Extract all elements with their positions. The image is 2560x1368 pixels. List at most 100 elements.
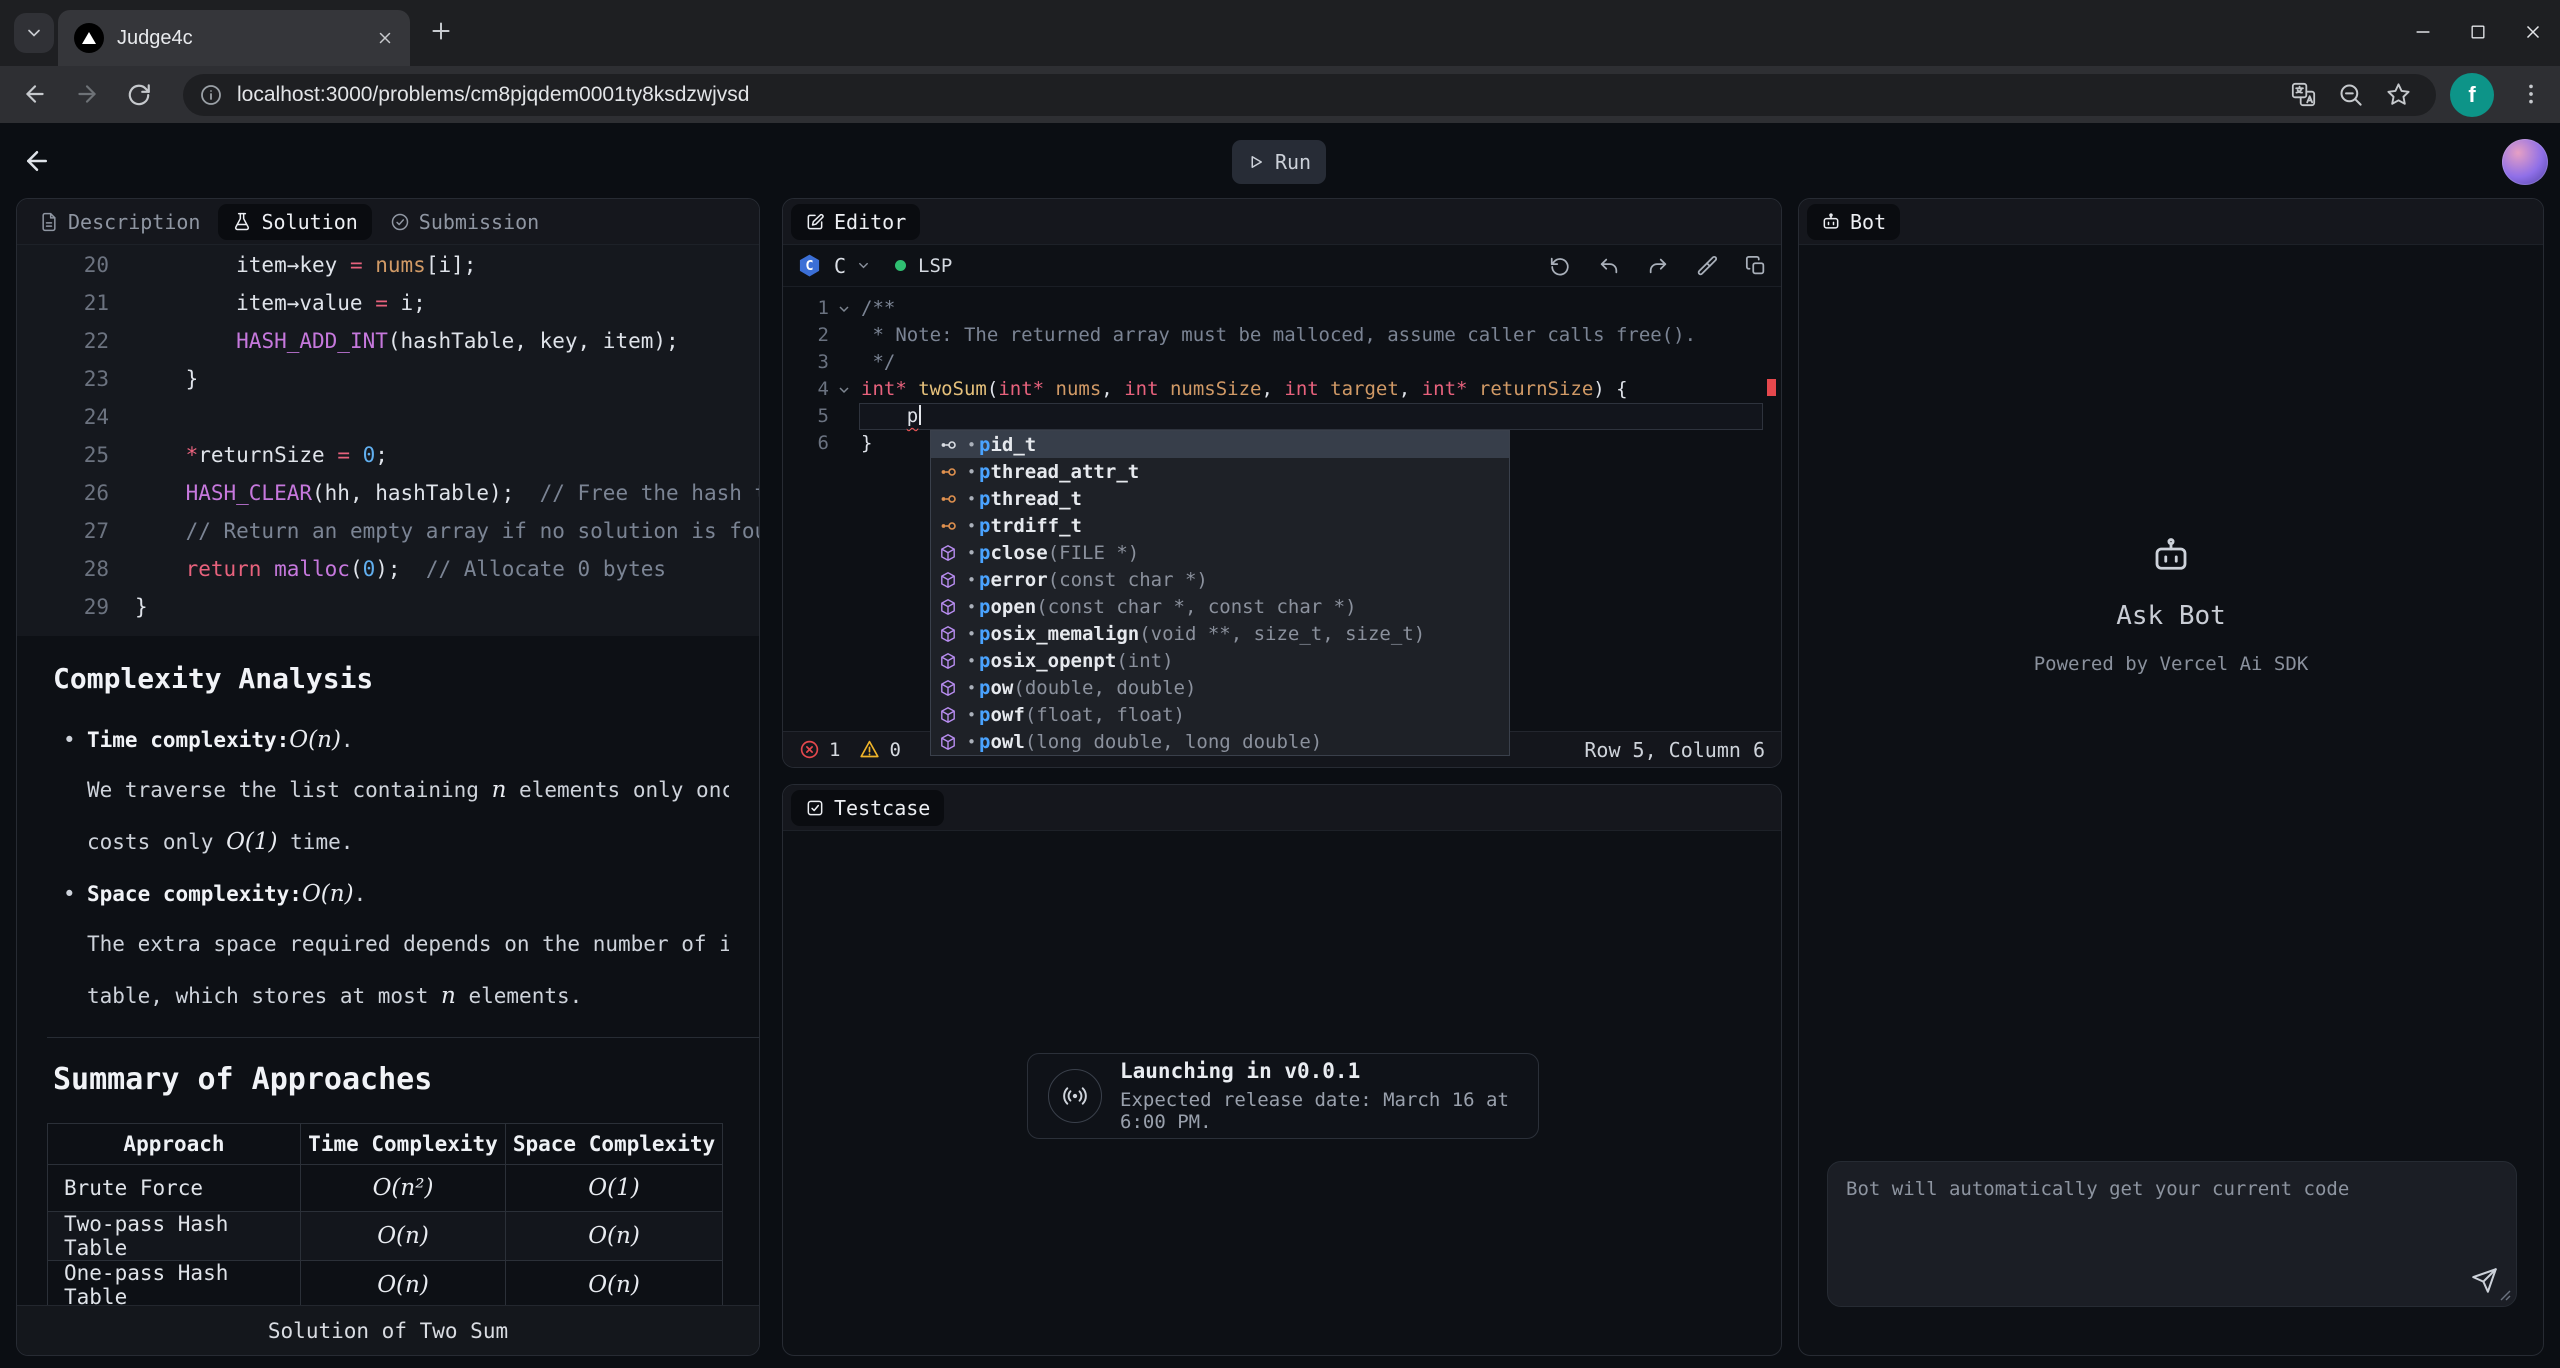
site-info-icon[interactable] [199,83,223,107]
radio-icon [1048,1069,1102,1123]
svg-text:C: C [805,258,813,274]
code-line: 27 // Return an empty array if no soluti… [17,512,759,550]
reset-code-button[interactable] [1549,255,1571,277]
complexity-paragraph-line: costs only O(1) time. [53,827,729,857]
symbol-method-icon [939,544,957,562]
autocomplete-item[interactable]: •powf(float, float) [931,701,1509,728]
file-text-icon [39,212,59,232]
autocomplete-item[interactable]: •pow(double, double) [931,674,1509,701]
flask-icon [232,212,252,232]
code-line: 25 *returnSize = 0; [17,436,759,474]
table-row: One-pass Hash TableO(n)O(n) [48,1261,723,1310]
bot-empty-subtitle: Powered by Vercel Ai SDK [2034,653,2309,675]
autocomplete-item[interactable]: •ptrdiff_t [931,512,1509,539]
address-bar[interactable]: localhost:3000/problems/cm8pjqdem0001ty8… [183,74,2436,116]
autocomplete-item[interactable]: •posix_memalign(void **, size_t, size_t) [931,620,1509,647]
format-code-button[interactable] [1696,255,1718,277]
complexity-paragraph-line: We traverse the list containing n elemen… [53,775,729,805]
zoom-out-icon[interactable] [2337,81,2364,108]
autocomplete-item[interactable]: •perror(const char *) [931,566,1509,593]
code-line: 26 HASH_CLEAR(hh, hashTable); // Free th… [17,474,759,512]
run-button[interactable]: Run [1232,140,1326,184]
complexity-item: •Space complexity: O(n). [53,879,729,909]
lsp-status-dot [895,260,906,271]
lsp-label: LSP [918,255,952,277]
favicon [74,23,104,53]
autocomplete-popup: •pid_t•pthread_attr_t•pthread_t•ptrdiff_… [930,430,1510,756]
bot-icon [2150,535,2192,577]
browser-reload-button[interactable] [126,81,152,107]
editor-line: 5 p [783,403,1781,430]
warnings-count: 0 [889,739,900,761]
send-icon[interactable] [2471,1267,2498,1294]
tab-testcase[interactable]: Testcase [791,790,944,826]
symbol-interface-icon [939,517,957,535]
tab-close-icon[interactable] [376,29,394,47]
play-icon [1247,153,1265,171]
redo-button[interactable] [1647,255,1669,277]
new-tab-button[interactable] [428,18,454,44]
browser-forward-button[interactable] [74,81,100,107]
editor-line: 2 * Note: The returned array must be mal… [783,322,1781,349]
autocomplete-item[interactable]: •posix_openpt(int) [931,647,1509,674]
tab-description[interactable]: Description [25,204,214,240]
window-minimize-button[interactable] [2412,12,2434,52]
tab-title: Judge4c [117,27,363,50]
table-row: Brute ForceO(n²)O(1) [48,1165,723,1212]
autocomplete-item[interactable]: •popen(const char *, const char *) [931,593,1509,620]
complexity-list: •Time complexity: O(n).We traverse the l… [53,725,729,1011]
errors-icon [799,739,820,760]
cursor-position: Row 5, Column 6 [1584,738,1765,762]
undo-button[interactable] [1598,255,1620,277]
tab-submission[interactable]: Submission [376,204,553,240]
window-close-button[interactable] [2522,12,2544,52]
autocomplete-item[interactable]: •powl(long double, long double) [931,728,1509,755]
solution-code-lines: 20 item→key = nums[i];21 item→value = i;… [17,245,759,636]
code-line: 28 return malloc(0); // Allocate 0 bytes [17,550,759,588]
browser-menu-icon[interactable] [2518,81,2544,107]
tab-bot[interactable]: Bot [1807,204,1900,240]
symbol-interface-icon [939,490,957,508]
bookmark-star-icon[interactable] [2385,81,2412,108]
complexity-heading: Complexity Analysis [53,662,729,695]
bot-message-input[interactable] [1846,1178,2498,1290]
tab-search-button[interactable] [14,13,54,53]
language-select[interactable]: C [834,254,871,278]
complexity-paragraph-line: table, which stores at most n elements. [53,981,729,1011]
browser-profile-avatar[interactable]: f [2450,73,2494,117]
testcase-panel: Testcase Launching in v0.0.1 Expected re… [782,784,1782,1356]
code-line: 21 item→value = i; [17,284,759,322]
autocomplete-item[interactable]: •pthread_t [931,485,1509,512]
browser-tab[interactable]: Judge4c [58,10,410,66]
browser-toolbar: localhost:3000/problems/cm8pjqdem0001ty8… [0,66,2560,123]
resize-grip[interactable] [2500,1290,2511,1301]
editor-line: 4int* twoSum(int* nums, int numsSize, in… [783,376,1781,403]
autocomplete-item[interactable]: •pthread_attr_t [931,458,1509,485]
code-line: 22 HASH_ADD_INT(hashTable, key, item); [17,322,759,360]
editor-line: 3 */ [783,349,1781,376]
tab-editor[interactable]: Editor [791,204,920,240]
warnings-icon [859,739,880,760]
solution-article: Complexity Analysis •Time complexity: O(… [17,636,759,1310]
browser-back-button[interactable] [22,81,48,107]
tab-solution[interactable]: Solution [218,204,371,240]
square-pen-icon [805,212,825,232]
autocomplete-item[interactable]: •pclose(FILE *) [931,539,1509,566]
app-back-button[interactable] [22,146,52,176]
chevron-down-icon [24,23,44,43]
table-cell: Two-pass Hash Table [48,1212,301,1261]
symbol-method-icon [939,598,957,616]
window-maximize-button[interactable] [2468,12,2488,52]
toast-title: Launching in v0.0.1 [1120,1059,1518,1083]
autocomplete-item[interactable]: •pid_t [931,431,1509,458]
summary-heading: Summary of Approaches [53,1062,729,1097]
code-line: 20 item→key = nums[i]; [17,246,759,284]
translate-icon[interactable] [2290,81,2317,108]
symbol-method-icon [939,652,957,670]
symbol-method-icon [939,706,957,724]
symbol-interface-icon [939,463,957,481]
code-line: 23 } [17,360,759,398]
table-header-cell: Time Complexity [301,1124,506,1165]
user-avatar[interactable] [2502,139,2548,185]
copy-code-button[interactable] [1745,255,1767,277]
